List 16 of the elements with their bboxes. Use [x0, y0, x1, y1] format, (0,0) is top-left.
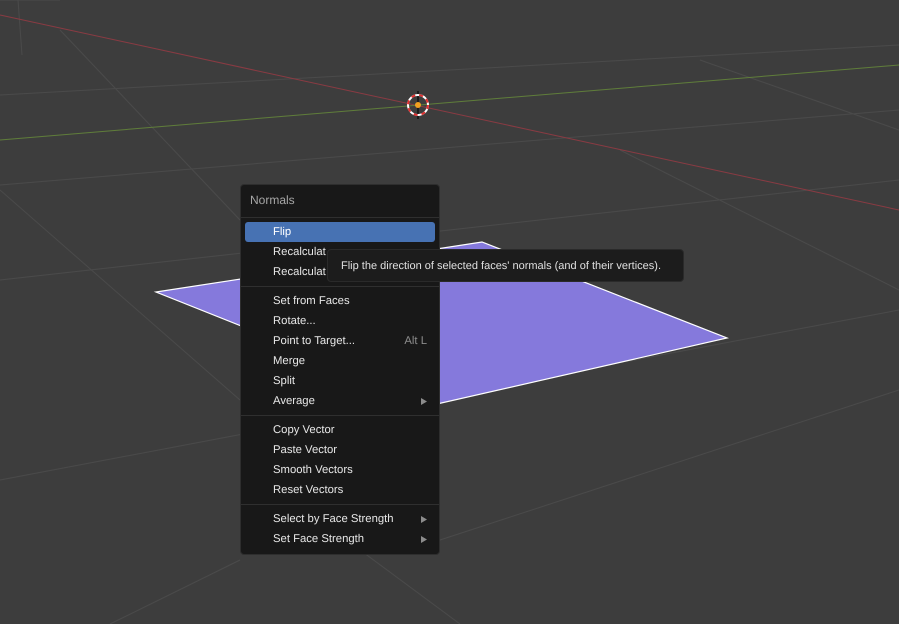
menu-item[interactable]: Rotate... [245, 311, 435, 331]
menu-item[interactable]: Set Face Strength [245, 529, 435, 549]
menu-item[interactable]: Average [245, 391, 435, 411]
menu-item[interactable]: Reset Vectors [245, 480, 435, 500]
menu-item[interactable]: Point to Target... Alt L [245, 331, 435, 351]
menu-item[interactable]: Set from Faces [245, 291, 435, 311]
menu-item[interactable]: Split [245, 371, 435, 391]
menu-title: Normals [249, 192, 296, 209]
menu-item[interactable]: Merge [245, 351, 435, 371]
menu-item[interactable]: Copy Vector [245, 420, 435, 440]
menu-item[interactable]: Smooth Vectors [245, 460, 435, 480]
menu-item[interactable]: Paste Vector [245, 440, 435, 460]
tooltip: Flip the direction of selected faces' normals (and of their vertices). [327, 249, 684, 282]
cursor-icon [407, 91, 429, 119]
menu-item[interactable]: Select by Face Strength [245, 509, 435, 529]
menu-item[interactable]: Flip [245, 222, 435, 242]
